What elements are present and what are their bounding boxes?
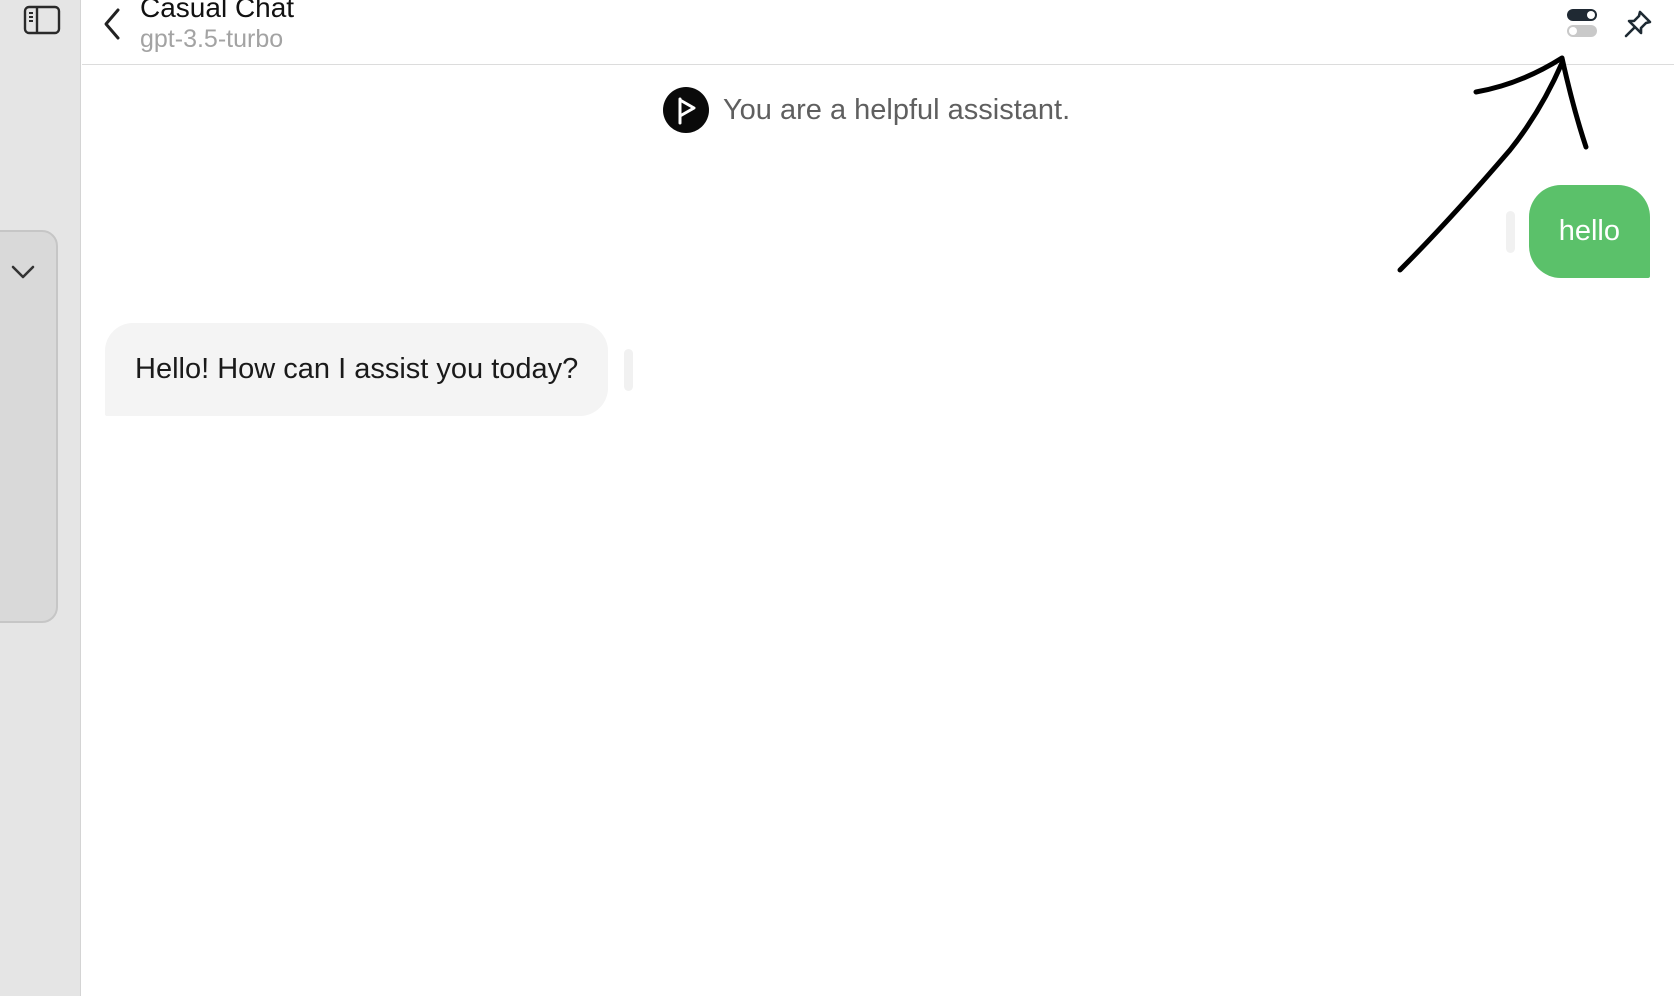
chevron-left-icon xyxy=(104,8,120,40)
sidebar-toggle-icon xyxy=(23,5,61,35)
play-flag-icon xyxy=(678,97,696,125)
system-avatar xyxy=(663,87,709,133)
model-name: gpt-3.5-turbo xyxy=(140,25,284,53)
assistant-message-bubble[interactable]: Hello! How can I assist you today? xyxy=(105,323,609,416)
settings-toggle-button[interactable] xyxy=(1562,4,1602,42)
back-button[interactable] xyxy=(96,4,128,44)
system-prompt-row: You are a helpful assistant. xyxy=(663,86,1070,134)
system-prompt-text: You are a helpful assistant. xyxy=(723,93,1071,126)
message-drag-handle[interactable] xyxy=(624,348,634,391)
user-message-bubble[interactable]: hello xyxy=(1528,185,1650,278)
pin-icon xyxy=(1624,10,1652,38)
user-message-row: hello xyxy=(1505,185,1650,278)
chat-app: Casual Chat gpt-3.5-turbo You are a help… xyxy=(0,0,1674,996)
chat-header: Casual Chat gpt-3.5-turbo xyxy=(82,0,1674,65)
assistant-message-row: Hello! How can I assist you today? xyxy=(105,323,634,416)
chevron-down-icon xyxy=(11,265,35,279)
collapse-button[interactable] xyxy=(8,260,38,284)
pin-button[interactable] xyxy=(1618,4,1658,44)
message-drag-handle[interactable] xyxy=(1505,210,1515,253)
toggle-icon xyxy=(1567,9,1597,37)
sidebar-toggle-button[interactable] xyxy=(22,4,62,36)
sidebar xyxy=(0,0,81,996)
sidebar-panel xyxy=(0,230,58,623)
chat-title: Casual Chat xyxy=(140,0,295,23)
